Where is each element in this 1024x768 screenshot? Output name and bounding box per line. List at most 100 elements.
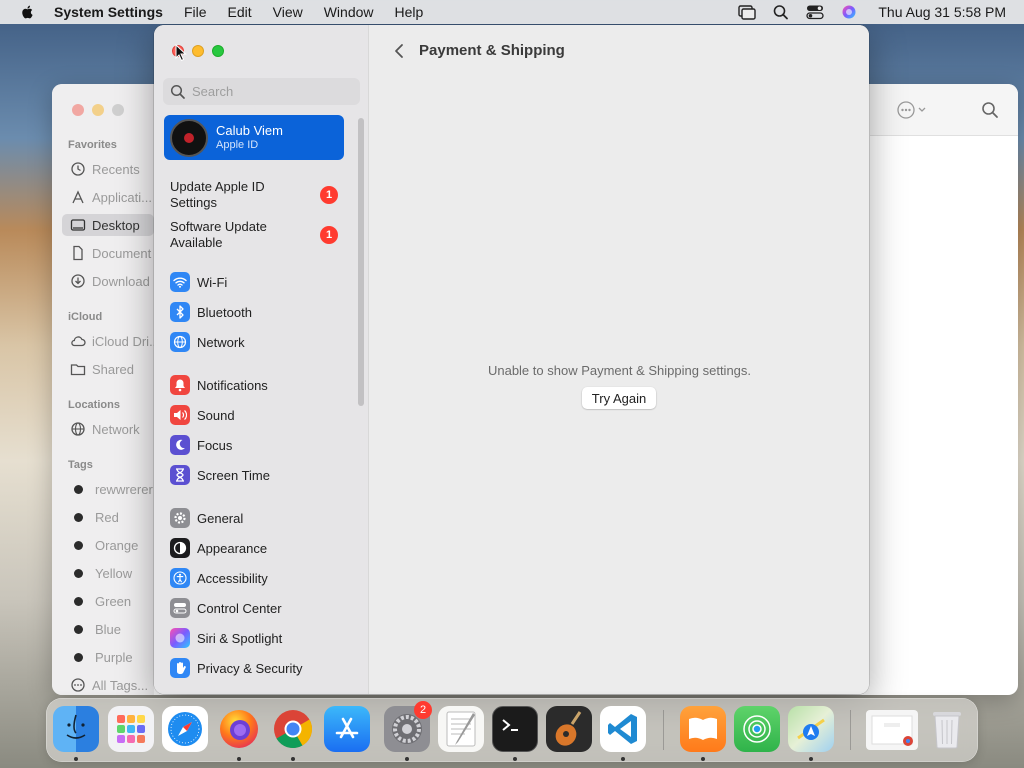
more-options-icon[interactable] [896, 100, 930, 120]
all-tags-icon [71, 678, 85, 692]
finder-tag-label: Orange [95, 537, 139, 553]
sidebar-item-appearance[interactable]: Appearance [170, 536, 267, 560]
sidebar-item-focus[interactable]: Focus [170, 433, 232, 457]
dock-minimized-chrome-window[interactable] [866, 710, 918, 750]
finder-tag-label: Red [95, 509, 119, 525]
finder-tag-label: rewwrerer [95, 481, 153, 497]
finder-tag[interactable]: Orange [70, 534, 154, 556]
screen-mirroring-icon[interactable] [738, 4, 757, 20]
menu-window[interactable]: Window [324, 4, 374, 20]
network-globe-icon [170, 332, 190, 352]
dock-terminal[interactable] [492, 706, 538, 752]
sidebar-item-privacy-security[interactable]: Privacy & Security [170, 656, 302, 680]
sidebar-scrollbar[interactable] [358, 118, 364, 406]
dock-books[interactable] [680, 706, 726, 752]
finder-tag[interactable]: Blue [70, 618, 154, 640]
dock: 2 [46, 698, 978, 762]
dock-chrome[interactable] [270, 706, 316, 752]
search-icon [170, 84, 185, 99]
dock-textedit[interactable] [438, 706, 484, 752]
sidebar-item-wifi[interactable]: Wi-Fi [170, 270, 227, 294]
dock-find-my[interactable] [734, 706, 780, 752]
finder-tag-label: Yellow [95, 565, 133, 581]
notice-software-update[interactable]: Software Update Available 1 [170, 219, 360, 251]
finder-item-recents[interactable]: Recents [70, 158, 154, 180]
finder-item-label: Network [92, 421, 140, 437]
sidebar-item-screen-time[interactable]: Screen Time [170, 463, 270, 487]
sidebar-item-notifications[interactable]: Notifications [170, 373, 268, 397]
dock-app-store[interactable] [324, 706, 370, 752]
hourglass-icon [170, 465, 190, 485]
vscode-icon [608, 714, 637, 744]
dock-launchpad[interactable] [108, 706, 154, 752]
menu-view[interactable]: View [273, 4, 303, 20]
settings-search[interactable] [163, 78, 360, 105]
search-input[interactable] [192, 84, 342, 99]
finder-icon [66, 714, 86, 739]
dock-finder[interactable] [53, 706, 99, 752]
spotlight-search-icon[interactable] [772, 4, 790, 20]
finder-tag[interactable]: Red [70, 506, 154, 528]
try-again-button[interactable]: Try Again [582, 387, 656, 409]
dock-maps[interactable] [788, 706, 834, 752]
menu-app-name[interactable]: System Settings [54, 4, 163, 20]
finder-item-shared[interactable]: Shared [70, 358, 154, 380]
clock-icon [71, 162, 85, 176]
finder-close-button[interactable] [72, 104, 84, 116]
finder-section-favorites: Favorites [68, 139, 117, 151]
finder-section-locations: Locations [68, 399, 120, 411]
chrome-icon [274, 710, 313, 749]
finder-search-icon[interactable] [981, 101, 999, 119]
sidebar-item-label: Focus [197, 437, 233, 453]
finder-tag-label: Green [95, 593, 132, 609]
finder-item-label: Document [92, 245, 152, 261]
menu-file[interactable]: File [184, 4, 207, 20]
dock-trash[interactable] [924, 706, 970, 752]
sidebar-item-control-center[interactable]: Control Center [170, 596, 282, 620]
finder-item-icloud-drive[interactable]: iCloud Dri... [70, 330, 154, 352]
menu-clock[interactable]: Thu Aug 31 5:58 PM [878, 4, 1006, 20]
finder-tag[interactable]: Yellow [70, 562, 154, 584]
cloud-icon [71, 336, 86, 347]
window-zoom-button[interactable] [212, 45, 224, 57]
finder-item-desktop[interactable]: Desktop [62, 214, 154, 236]
dock-firefox[interactable] [216, 706, 262, 752]
dock-vscode[interactable] [600, 706, 646, 752]
sidebar-item-sound[interactable]: Sound [170, 403, 235, 427]
finder-tag[interactable]: rewwrerer [70, 478, 154, 500]
menu-edit[interactable]: Edit [228, 4, 252, 20]
finder-tag[interactable]: Purple [70, 646, 154, 668]
settings-content: Payment & Shipping Unable to show Paymen… [370, 25, 869, 694]
window-minimize-button[interactable] [192, 45, 204, 57]
finder-item-applications[interactable]: Applicati... [70, 186, 154, 208]
apple-id-account[interactable]: Calub Viem Apple ID [164, 115, 344, 160]
finder-item-label: iCloud Dri... [92, 333, 154, 349]
notice-label: Software Update Available [170, 219, 267, 250]
control-center-icon[interactable] [806, 4, 825, 20]
dock-safari[interactable] [162, 706, 208, 752]
finder-item-all-tags[interactable]: All Tags... [70, 674, 154, 695]
dock-garageband[interactable] [546, 706, 592, 752]
tag-dot-icon [74, 652, 83, 662]
apple-menu-icon[interactable] [18, 4, 38, 20]
finder-zoom-button[interactable] [112, 104, 124, 116]
finder-minimize-button[interactable] [92, 104, 104, 116]
sidebar-item-network[interactable]: Network [170, 330, 245, 354]
siri-icon[interactable] [840, 4, 858, 20]
finder-item-documents[interactable]: Document [70, 242, 154, 264]
safari-icon [168, 712, 202, 746]
sidebar-item-general[interactable]: General [170, 506, 243, 530]
account-name: Calub Viem [216, 123, 283, 138]
sidebar-item-bluetooth[interactable]: Bluetooth [170, 300, 252, 324]
menu-help[interactable]: Help [395, 4, 424, 20]
back-button[interactable] [390, 41, 408, 61]
notice-update-apple-id[interactable]: Update Apple ID Settings 1 [170, 179, 360, 211]
terminal-icon [502, 719, 518, 731]
tag-dot-icon [74, 596, 83, 606]
tag-dot-icon [74, 624, 83, 634]
sidebar-item-siri-spotlight[interactable]: Siri & Spotlight [170, 626, 282, 650]
sidebar-item-accessibility[interactable]: Accessibility [170, 566, 268, 590]
finder-item-network[interactable]: Network [70, 418, 154, 440]
finder-tag[interactable]: Green [70, 590, 154, 612]
finder-item-downloads[interactable]: Download [70, 270, 154, 292]
